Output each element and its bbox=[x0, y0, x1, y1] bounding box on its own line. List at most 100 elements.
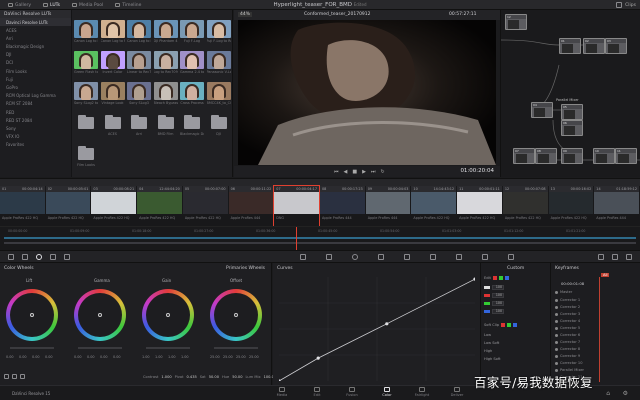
red-channel-swatch[interactable] bbox=[492, 276, 497, 280]
wheel-value[interactable]: 0.00 bbox=[19, 355, 27, 359]
red-value[interactable]: 100 bbox=[492, 293, 504, 298]
sat-value[interactable]: 50.00 bbox=[209, 375, 219, 379]
wheel-center-handle[interactable] bbox=[98, 313, 102, 317]
lut-thumbnail[interactable]: Cross Process bbox=[180, 82, 204, 105]
page-fairlight[interactable]: Fairlight bbox=[410, 387, 434, 397]
timeline-clip[interactable]: 12 00:00:07:08 Apple ProRes 422 HQ bbox=[502, 186, 548, 226]
lut-thumbnail[interactable]: Log to Rec709 bbox=[153, 51, 178, 74]
lut-thumbnail[interactable]: ACES bbox=[101, 113, 125, 136]
blue-channel-swatch[interactable] bbox=[504, 276, 509, 280]
rgb-mixer-icon[interactable] bbox=[50, 254, 56, 260]
settings-icon[interactable]: ⚙ bbox=[623, 390, 628, 397]
lut-folder-item[interactable]: Sony bbox=[0, 124, 71, 132]
lut-thumbnail[interactable]: DJI bbox=[207, 113, 231, 136]
zoom-level[interactable]: 44% bbox=[238, 12, 253, 17]
wheel-value[interactable]: 1.00 bbox=[181, 355, 189, 359]
auto-balance-icon[interactable] bbox=[4, 374, 9, 379]
page-media[interactable]: Media bbox=[270, 387, 294, 397]
clips-icon[interactable] bbox=[616, 2, 623, 8]
lut-folder-item[interactable]: RCM Optical Log Gamma bbox=[0, 92, 71, 100]
lut-thumbnail[interactable]: Canon Log to Rec709 bbox=[74, 20, 98, 43]
step-back-icon[interactable]: ◀ bbox=[344, 169, 348, 175]
color-node[interactable]: 02 bbox=[583, 38, 605, 54]
camera-raw-icon[interactable] bbox=[8, 254, 14, 260]
keyframes-tool-icon[interactable] bbox=[598, 254, 604, 260]
page-icon[interactable] bbox=[20, 374, 25, 379]
master-wheel-slider[interactable] bbox=[10, 347, 54, 349]
tracker-icon[interactable] bbox=[378, 254, 384, 260]
soft-clip-blue[interactable] bbox=[513, 323, 518, 327]
skip-forward-icon[interactable]: ⏭ bbox=[371, 169, 376, 175]
timeline-clip[interactable]: 04 12:44:04:20 Apple ProRes 422 HQ bbox=[137, 186, 182, 226]
node-graph[interactable]: 01 02 03 04 05 06 07 08 09 10 11 12 Parallel Mixer bbox=[500, 10, 640, 177]
keyframe-playhead[interactable] bbox=[599, 277, 600, 382]
blur-icon[interactable] bbox=[430, 254, 436, 260]
lut-folder-item[interactable]: RED bbox=[0, 108, 71, 116]
soft-clip-red[interactable] bbox=[501, 323, 506, 327]
page-fusion[interactable]: Fusion bbox=[340, 387, 364, 397]
sizing-icon[interactable] bbox=[482, 254, 488, 260]
color-node[interactable]: 01 bbox=[559, 38, 581, 54]
keyframe-track-row[interactable]: Corrector 10 bbox=[555, 361, 583, 365]
lut-thumbnail[interactable]: BMD Film bbox=[154, 113, 178, 136]
keyframe-track-row[interactable]: Corrector 8 bbox=[555, 347, 580, 351]
lut-thumbnail[interactable]: DJI Phantom 4 Log bbox=[153, 20, 178, 43]
lut-folder-item[interactable]: Fuji bbox=[0, 75, 71, 83]
clips-button[interactable]: Clips bbox=[625, 3, 636, 8]
lut-folder-item[interactable]: ACES bbox=[0, 26, 71, 34]
timeline-clip[interactable]: 03 00:00:08:21 Apple ProRes 422 HQ bbox=[91, 186, 137, 226]
wheel-value[interactable]: 25.00 bbox=[249, 355, 259, 359]
lut-thumbnail[interactable]: Sony SLog2 to Rec709 bbox=[74, 82, 98, 105]
lut-folder-item[interactable]: DJI bbox=[0, 51, 71, 59]
lut-folder-item[interactable]: RED ST 2084 bbox=[0, 116, 71, 124]
lut-thumbnail[interactable]: Bleach Bypass bbox=[153, 82, 178, 105]
keyframes-filter[interactable]: All bbox=[601, 273, 610, 277]
stop-icon[interactable]: ■ bbox=[352, 169, 357, 175]
motion-effects-icon[interactable] bbox=[64, 254, 70, 260]
color-node[interactable]: 08 bbox=[535, 148, 557, 164]
lut-thumbnail[interactable]: Sony SLog3 bbox=[127, 82, 151, 105]
lut-folder-item[interactable]: RCM ST 2084 bbox=[0, 100, 71, 108]
lut-thumbnail[interactable]: Gamma 2.4 to Rec709 bbox=[180, 51, 204, 74]
skip-back-icon[interactable]: ⏮ bbox=[334, 169, 339, 175]
magic-mask-icon[interactable] bbox=[404, 254, 410, 260]
timeline-clip[interactable]: 14 01:18:59:12 Apple ProRes 444 bbox=[594, 186, 639, 226]
color-wheel[interactable] bbox=[142, 289, 194, 341]
keyframe-track-row[interactable]: Corrector 4 bbox=[555, 319, 580, 323]
keyframe-track-row[interactable]: Corrector 7 bbox=[555, 340, 580, 344]
timeline-clip[interactable]: 11 00:00:01:11 Apple ProRes 422 HQ bbox=[457, 186, 502, 226]
keyframe-track-row[interactable]: Corrector 9 bbox=[555, 354, 580, 358]
play-icon[interactable]: ▶ bbox=[362, 169, 366, 175]
wheel-center-handle[interactable] bbox=[166, 313, 170, 317]
color-wheel[interactable] bbox=[74, 289, 126, 341]
lut-thumbnail[interactable]: Canon Log to Rec709 bbox=[100, 20, 125, 43]
wheel-value[interactable]: 0.00 bbox=[113, 355, 121, 359]
keyframe-track-row[interactable]: Corrector 1 bbox=[555, 298, 580, 302]
wheel-mode[interactable]: Primaries Wheels bbox=[226, 266, 265, 271]
green-value[interactable]: 100 bbox=[492, 301, 504, 306]
hue-value[interactable]: 50.00 bbox=[232, 375, 242, 379]
lut-folder-item[interactable]: Favorites bbox=[0, 141, 71, 149]
curve-control-point[interactable] bbox=[279, 379, 281, 381]
soft-clip-green[interactable] bbox=[507, 323, 512, 327]
color-node[interactable]: 09 bbox=[561, 148, 583, 164]
wheel-value[interactable]: 0.00 bbox=[100, 355, 108, 359]
color-node[interactable]: 03 bbox=[605, 38, 627, 54]
color-node[interactable]: 04 bbox=[531, 102, 553, 118]
lut-thumbnail[interactable]: Fuji F-Log to Rec709 bbox=[206, 20, 231, 43]
timeline-clip[interactable]: 09 00:00:04:03 Apple ProRes 444 bbox=[365, 186, 411, 226]
lut-folder-item[interactable]: Blackmagic Design bbox=[0, 43, 71, 51]
lut-thumbnail[interactable]: Vintage Look bbox=[100, 82, 125, 105]
color-wheel[interactable] bbox=[6, 289, 58, 341]
timeline-clip[interactable]: 05 00:00:07:00 Apple ProRes 422 HQ bbox=[182, 186, 228, 226]
wheel-value[interactable]: 0.00 bbox=[74, 355, 82, 359]
color-node[interactable]: 06 bbox=[561, 120, 583, 136]
wheel-value[interactable]: 25.00 bbox=[223, 355, 233, 359]
info-icon[interactable] bbox=[626, 254, 632, 260]
timeline-clip[interactable]: 07 00:00:04:17 DNG bbox=[273, 185, 320, 227]
wheel-value[interactable]: 0.00 bbox=[87, 355, 95, 359]
project-manager-icon[interactable]: ⌂ bbox=[606, 390, 610, 397]
lut-folder-item[interactable]: VFX IO bbox=[0, 133, 71, 141]
wheel-value[interactable]: 1.00 bbox=[142, 355, 150, 359]
green-channel-swatch[interactable] bbox=[498, 276, 503, 280]
